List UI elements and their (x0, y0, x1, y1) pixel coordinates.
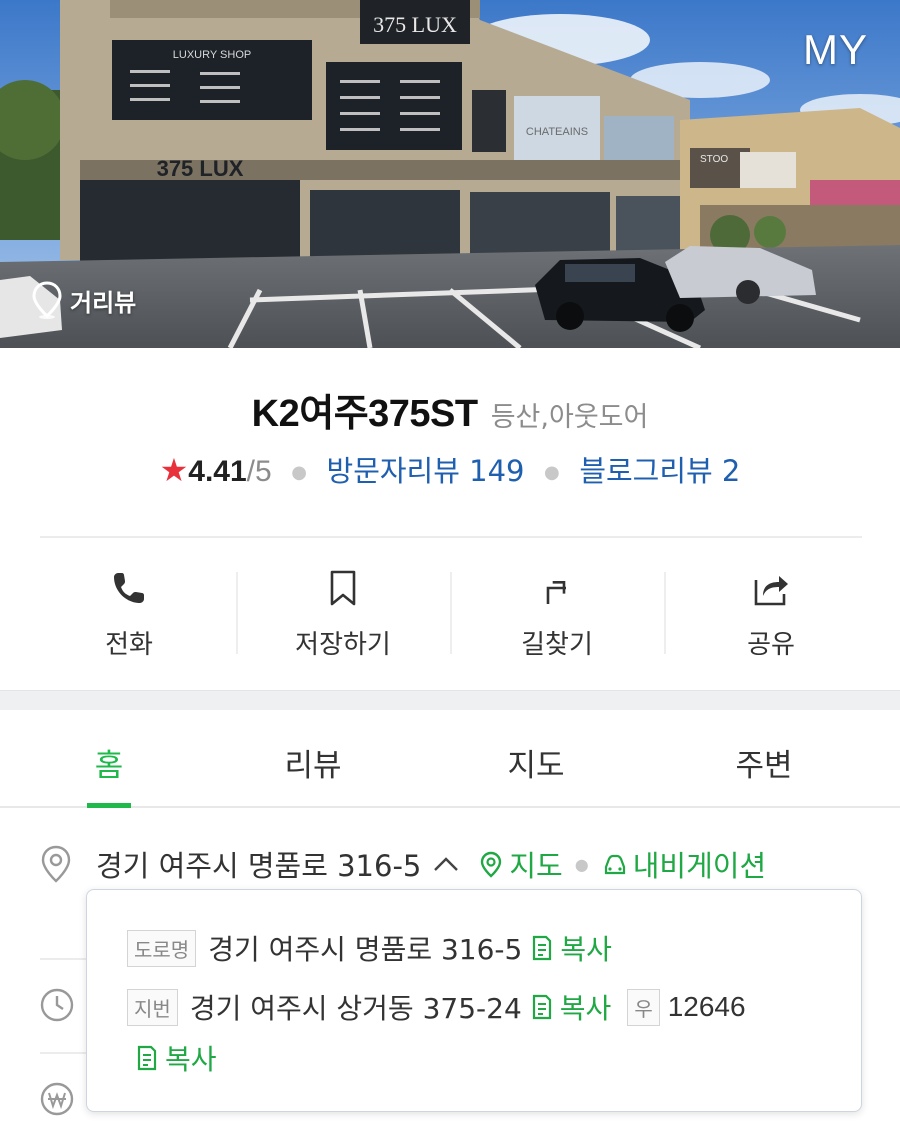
copy-label: 복사 (165, 1043, 217, 1076)
road-address: 경기 여주시 명품로 316-5 (208, 933, 523, 966)
car-icon (604, 854, 625, 875)
action-bar: 전화 저장하기 길찾기 공유 (22, 566, 878, 666)
price-icon (40, 1082, 74, 1116)
copy-icon (532, 994, 551, 1020)
directions-label: 길찾기 (521, 630, 593, 660)
separator-dot: ● (574, 854, 589, 874)
visitor-reviews-link[interactable]: 방문자리뷰 149 (327, 454, 525, 488)
jibun-address-line: 지번 경기 여주시 상거동 375-24 복사 우 12646 (127, 987, 746, 1027)
sign-top: 375 LUX (373, 12, 457, 37)
sign-375-lux: 375 LUX (157, 156, 244, 181)
separator-dot: ● (544, 462, 560, 483)
place-title-row: K2여주375ST 등산,아웃도어 (0, 382, 900, 437)
separator-dot: ● (291, 462, 307, 483)
blog-reviews-link[interactable]: 블로그리뷰 2 (579, 454, 740, 488)
save-label: 저장하기 (295, 630, 391, 660)
navigation-link-label: 내비게이션 (632, 849, 767, 883)
map-pin-icon (481, 851, 502, 878)
map-link[interactable]: 지도 (477, 843, 563, 885)
star-icon: ★ (159, 451, 189, 489)
place-category: 등산,아웃도어 (490, 402, 649, 433)
street-view-label: 거리뷰 (70, 288, 137, 317)
copy-zipcode-button[interactable]: 복사 (135, 1038, 217, 1078)
copy-label: 복사 (560, 933, 612, 966)
section-separator (0, 690, 900, 710)
copy-icon (533, 935, 552, 961)
copy-jibun-address-button[interactable]: 복사 (530, 987, 612, 1027)
tab-nearby[interactable]: 주변 (664, 710, 864, 806)
bookmark-icon (330, 570, 356, 606)
copy-icon (137, 1045, 157, 1071)
map-link-label: 지도 (509, 849, 563, 883)
zipcode: 12646 (667, 990, 746, 1022)
zipcode-copy-line: 복사 (135, 1038, 217, 1078)
jibun-address: 경기 여주시 상거동 375-24 (189, 992, 522, 1025)
navigation-link[interactable]: 내비게이션 (601, 843, 766, 885)
directions-icon (546, 581, 566, 604)
sign-stoo: STOO (700, 154, 728, 165)
tab-map[interactable]: 지도 (408, 710, 664, 806)
call-button[interactable]: 전화 (22, 566, 236, 666)
directions-button[interactable]: 길찾기 (450, 566, 664, 666)
place-photo[interactable]: 375 LUX LUXURY SHOP CHATEAINS 375 LUX ST… (0, 0, 900, 348)
chevron-up-icon[interactable] (431, 854, 461, 874)
rating-score: 4.41 (188, 455, 247, 488)
share-label: 공유 (747, 630, 795, 660)
phone-icon (114, 573, 144, 603)
address-text: 경기 여주시 명품로 316-5 (96, 849, 422, 883)
address-detail-popover: 도로명 경기 여주시 명품로 316-5 복사 지번 경기 여주시 상거동 37… (86, 889, 862, 1112)
save-button[interactable]: 저장하기 (236, 566, 450, 666)
map-pin-icon (32, 281, 62, 319)
divider (40, 536, 862, 538)
jibun-address-tag: 지번 (127, 988, 178, 1026)
copy-label: 복사 (559, 992, 612, 1025)
clock-icon (40, 988, 74, 1022)
my-badge[interactable]: MY (803, 26, 868, 74)
road-address-tag: 도로명 (127, 929, 197, 967)
share-icon (754, 576, 788, 606)
sign-chateains: CHATEAINS (526, 126, 588, 138)
rating-row: ★4.41/5 ● 방문자리뷰 149 ● 블로그리뷰 2 (0, 448, 900, 490)
road-address-line: 도로명 경기 여주시 명품로 316-5 복사 (127, 928, 612, 968)
tab-home[interactable]: 홈 (0, 710, 218, 808)
place-name: K2여주375ST (251, 393, 478, 435)
tab-reviews[interactable]: 리뷰 (218, 710, 408, 806)
address-row: 경기 여주시 명품로 316-5 지도 ● 내비게이션 (38, 840, 878, 888)
zipcode-tag: 우 (627, 988, 660, 1026)
street-view-button[interactable]: 거리뷰 (30, 280, 136, 320)
share-button[interactable]: 공유 (664, 566, 878, 666)
zipcode-group: 우 12646 (627, 988, 746, 1026)
call-label: 전화 (105, 630, 153, 660)
sign-luxury-shop: LUXURY SHOP (173, 49, 251, 61)
rating-max: /5 (246, 455, 272, 488)
copy-road-address-button[interactable]: 복사 (530, 928, 612, 968)
location-pin-icon (41, 845, 71, 883)
tab-bar: 홈 리뷰 지도 주변 (0, 710, 900, 808)
